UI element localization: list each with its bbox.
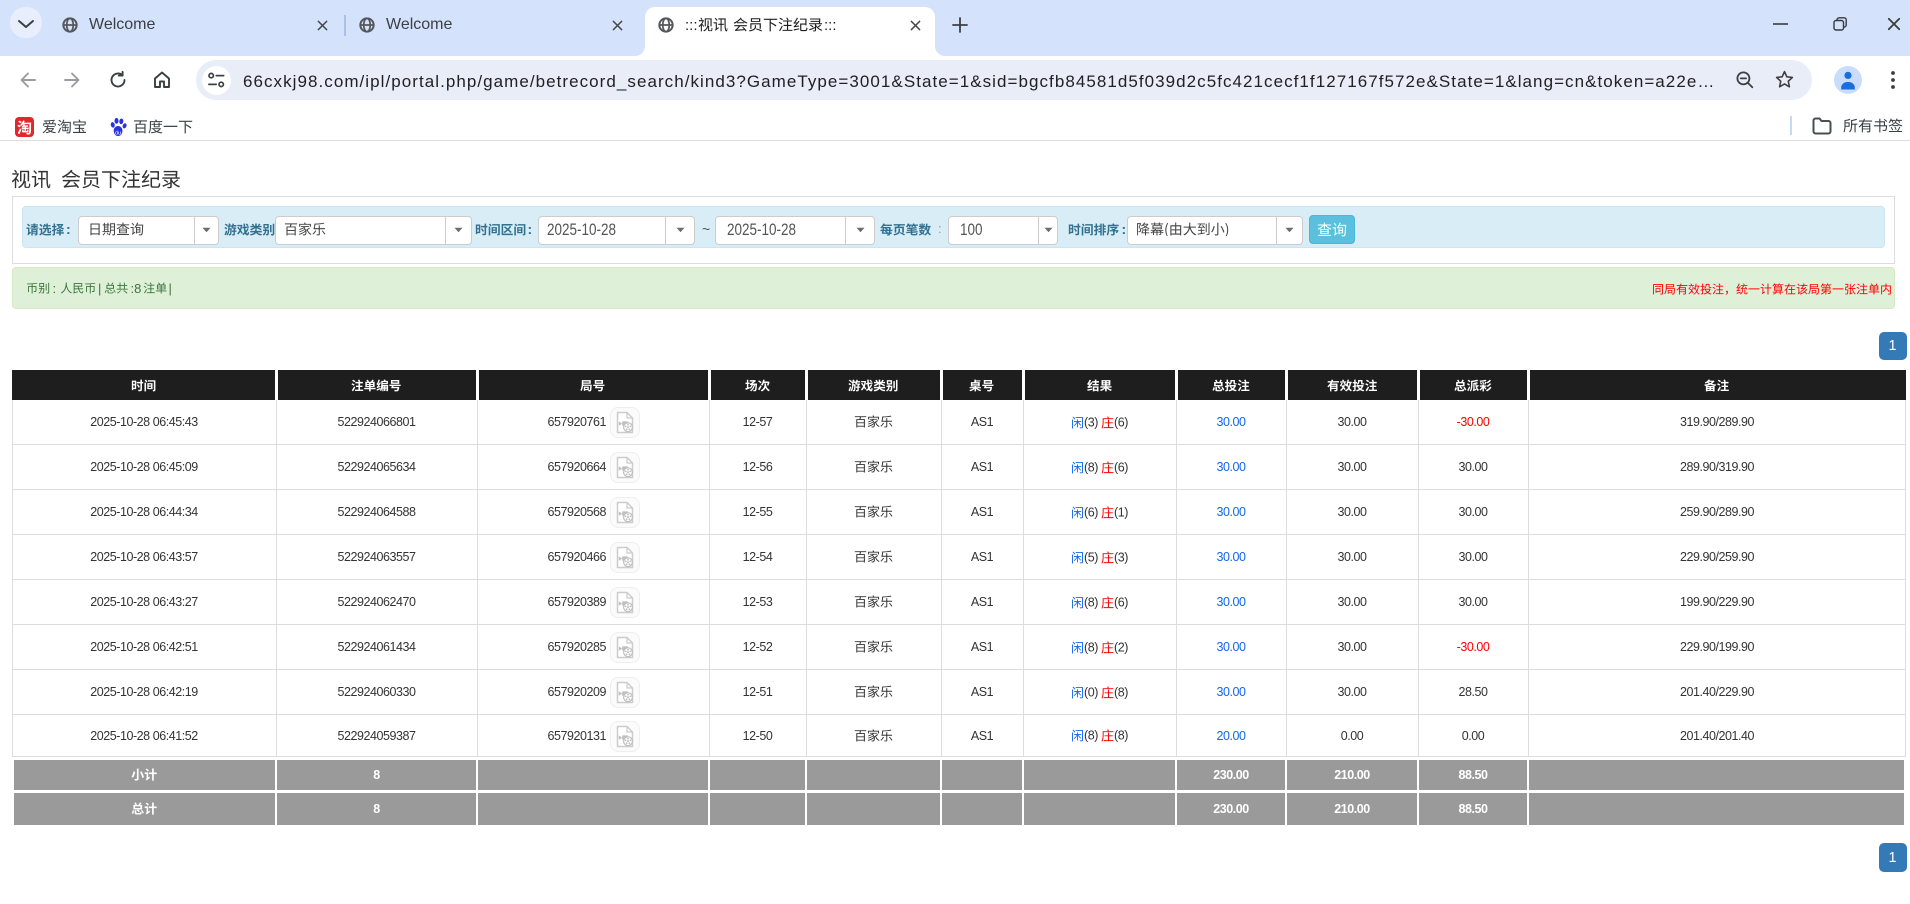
svg-text:du: du xyxy=(115,131,121,137)
